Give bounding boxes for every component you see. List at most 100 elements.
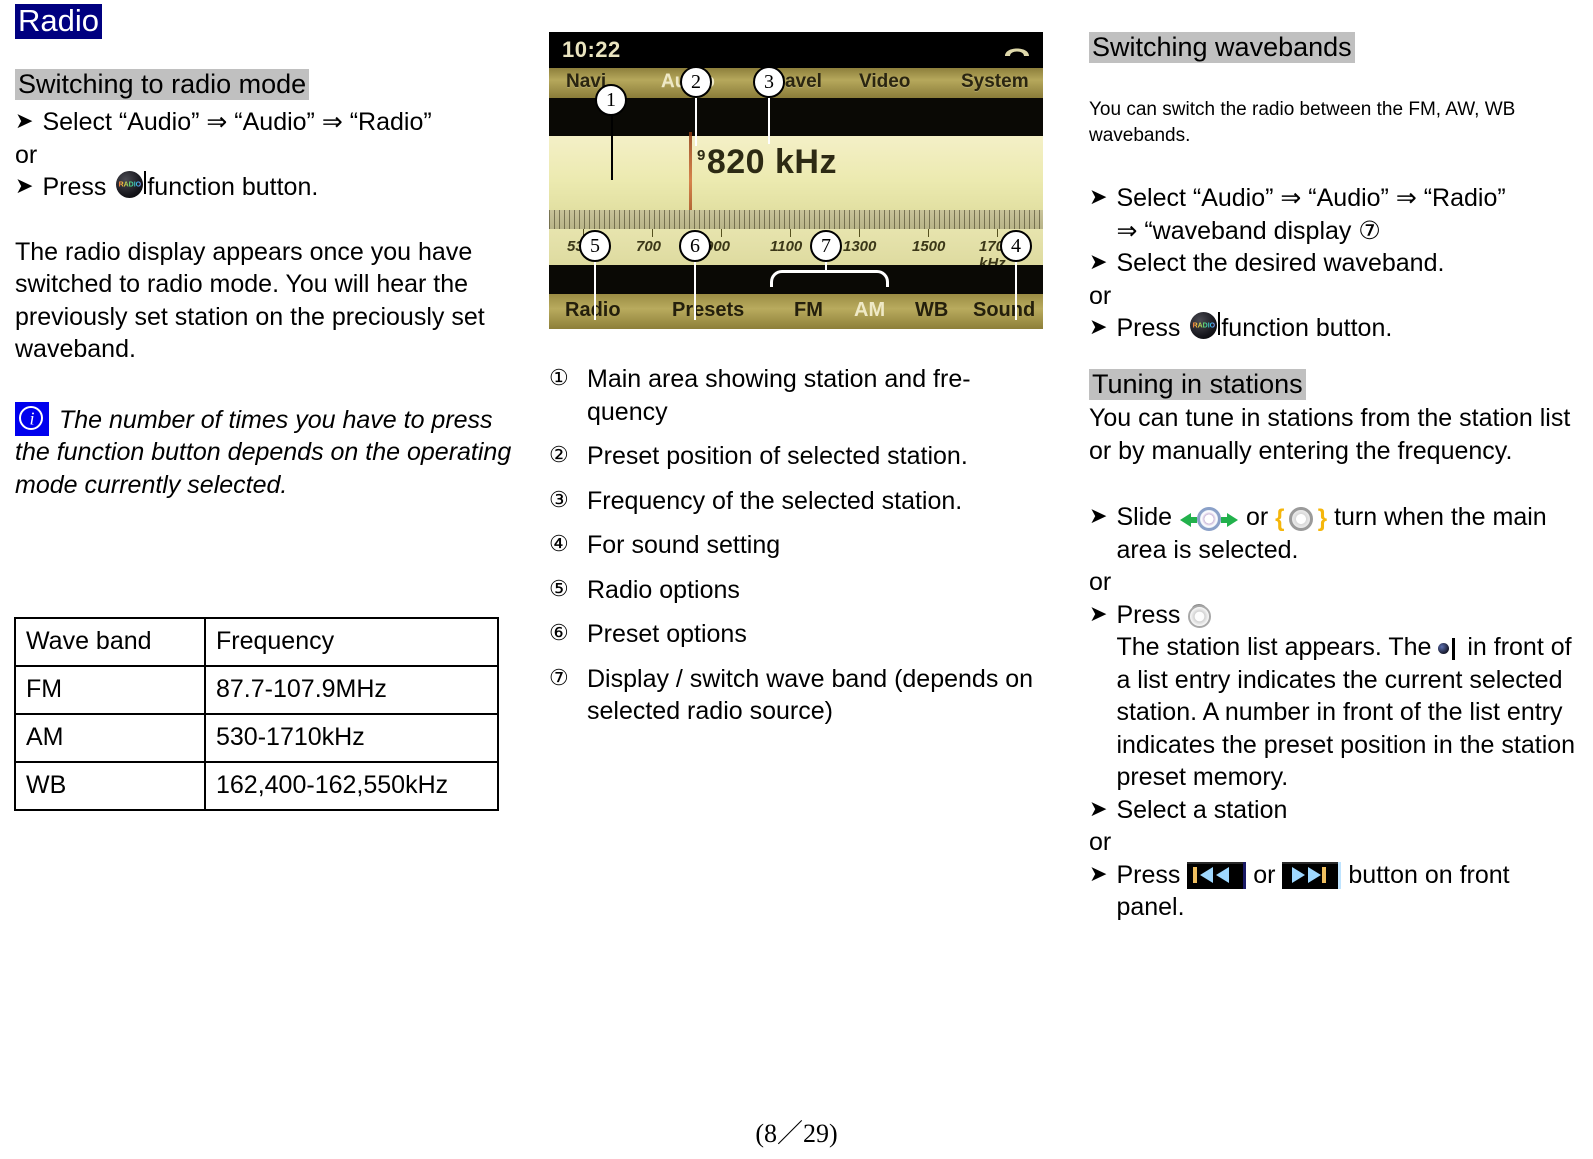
brace-right-icon: } [1317,505,1328,533]
turn-knob-icon: { } [1275,506,1327,532]
screenshot-main-area[interactable]: 9820 kHz [549,136,1043,210]
info-note: The number of times you have to press th… [15,401,515,502]
step-select-waveband-lines: Select “Audio” ⇒ “Audio” ⇒ “Radio” ⇒ “wa… [1116,182,1505,247]
section-heading-text: Switching to radio mode [15,69,310,101]
page-title-text: Radio [15,4,102,39]
bullet-arrow-icon: ➤ [15,108,34,134]
screenshot-bottom-bar: Radio Presets FM AM WB Sound [549,294,1043,329]
menu-item-system[interactable]: System [961,71,1029,93]
table-row: WB 162,400-162,550kHz [14,761,499,811]
table-cell-frequency: 87.7-107.9MHz [204,665,499,715]
step-select-line-2: ⇒ “waveband display ⑦ [1116,216,1381,245]
bullet-arrow-icon: ➤ [15,173,34,199]
marker-dot [1438,643,1450,655]
bullet-arrow-icon: ➤ [1089,503,1108,529]
list-item: ⑦ Display / switch wave band (depends on… [549,663,1039,728]
arrow-left-icon [1179,513,1197,528]
callout-marker-1: 1 [595,84,627,116]
radio-hmi-screenshot: 10:22 Navi Audio Travel Video System 982… [549,32,1043,329]
callout-marker-2: 2 [680,66,712,98]
text-caret [144,171,147,195]
screenshot-status-bar: 10:22 [549,32,1043,68]
menu-item-video[interactable]: Video [859,71,910,93]
bottom-button-sound[interactable]: Sound [973,299,1035,322]
leader-line-2 [695,96,697,146]
table-header-frequency: Frequency [204,617,499,667]
step-press-prefix: Press [1116,600,1181,629]
callout-text: Radio options [587,575,740,604]
callout-text: Preset options [587,620,747,648]
skip-next-icon [1282,861,1342,889]
callout-legend-list: ① Main area showing station and fre-quen… [549,363,1039,740]
callout-number: ③ [549,486,569,512]
step-slide-prefix: Slide [1116,503,1173,532]
table-header-row: Wave band Frequency [14,617,499,667]
info-note-text: The number of times you have to press th… [15,405,512,499]
step-slide-content: Slide or { } turn when the main area is … [1116,501,1581,566]
bottom-button-am[interactable]: AM [854,299,885,322]
center-column: 10:22 Navi Audio Travel Video System 982… [549,32,1046,329]
step-select-desired-waveband-text: Select the desired waveband. [1116,249,1445,278]
leader-line-4 [1015,262,1017,320]
section-heading-switching-wavebands: Switching wavebands [1089,32,1581,64]
step-press-prefix: Press [1116,314,1181,343]
step-select-desired-waveband: ➤ Select the desired waveband. [1089,247,1581,280]
brace-left-icon: { [1275,505,1285,533]
or-separator-3: or [1089,568,1112,597]
step-press-skip-or: or [1253,860,1276,889]
step-press-knob: ➤ Press The station list appears. The in… [1089,599,1581,794]
bottom-button-wb[interactable]: WB [915,299,948,322]
right-column: Switching wavebands You can switch the r… [1089,32,1581,924]
clock-label: 10:22 [562,37,621,62]
main-frequency-display: 9820 kHz [697,143,837,182]
callout-marker-3: 3 [753,66,785,98]
step-select-a-station-text: Select a station [1116,795,1288,824]
scale-number: 700 [636,238,662,255]
press-knob-icon [1187,603,1213,630]
callout-text: Preset position of selected station. [587,442,968,470]
slide-knob-icon [1179,506,1239,532]
section-heading-text: Switching wavebands [1089,32,1355,64]
arrow-right-icon [1220,513,1238,528]
step-select-audio-radio: ➤ Select “Audio” ⇒ “Audio” ⇒ “Radio” [15,106,515,139]
radio-display-paragraph: The radio display appears once you have … [15,237,485,364]
step-press-prefix: Press [42,173,107,202]
callout-text: For sound setting [587,531,781,559]
step-press-skip-buttons: ➤ Press or button on front panel. [1089,859,1581,924]
list-item: ① Main area showing station and fre-quen… [549,363,1039,428]
bullet-arrow-icon: ➤ [1089,860,1108,886]
or-separator-2: or [1089,281,1112,310]
bottom-button-presets[interactable]: Presets [672,299,744,322]
tuning-in-stations-paragraph: You can tune in stations from the statio… [1089,404,1571,465]
table-cell-frequency: 530-1710kHz [204,713,499,763]
or-separator-1: or [15,140,38,169]
bullet-arrow-icon: ➤ [1089,314,1108,340]
section-heading-switching-to-radio-mode: Switching to radio mode [15,69,515,101]
callout-text: Main area showing station and fre-quency [587,365,971,426]
station-list-text-1: The station list appears. The [1116,633,1432,662]
step-press-suffix: function button. [147,173,319,202]
preset-position-superscript: 9 [697,147,706,164]
step-press-skip-content: Press or button on front panel. [1116,859,1581,924]
bottom-button-fm[interactable]: FM [794,299,823,322]
step-slide-or: or [1245,503,1269,532]
or-separator-4: or [1089,828,1112,857]
table-cell-band: AM [14,713,206,763]
callout-number: ⑥ [549,620,569,645]
step-press-skip-prefix: Press [1116,860,1181,889]
callout-marker-4: 4 [1000,230,1032,262]
step-select-audio-radio-text: Select “Audio” ⇒ “Audio” ⇒ “Radio” [42,108,432,137]
screenshot-scale-numbers: 530 700 900 1100 1300 1500 1700 kHz [549,229,1043,272]
bullet-arrow-icon: ➤ [1089,600,1108,626]
callout-text: Display / switch wave band (depends on s… [587,664,1034,726]
bottom-button-radio[interactable]: Radio [565,299,621,322]
callout-marker-7: 7 [810,230,842,262]
callout-number: ④ [549,531,569,556]
list-item: ③ Frequency of the selected station. [549,485,1039,518]
step-press-suffix: function button. [1221,314,1393,343]
table-cell-frequency: 162,400-162,550kHz [204,761,499,811]
phone-handset-icon [1005,48,1029,56]
section-heading-tuning-in-stations: Tuning in stations [1089,368,1581,401]
callout-marker-5: 5 [579,230,611,262]
step-select-a-station: ➤ Select a station [1089,794,1581,827]
